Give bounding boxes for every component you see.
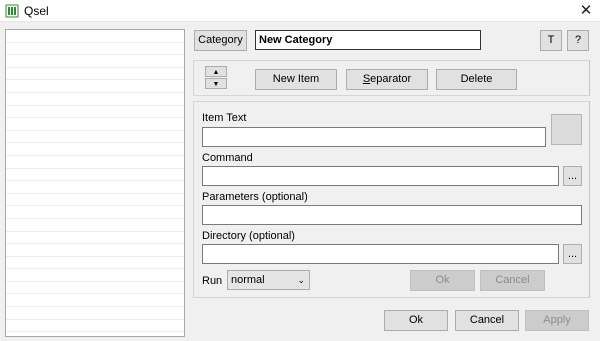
- help-button[interactable]: ?: [567, 30, 589, 51]
- delete-button[interactable]: Delete: [436, 69, 517, 90]
- list-item[interactable]: [6, 131, 184, 144]
- list-item[interactable]: [6, 206, 184, 219]
- item-list[interactable]: [5, 29, 185, 337]
- separator-label-rest: eparator: [370, 73, 412, 85]
- separator-button[interactable]: Separator: [346, 69, 428, 90]
- new-item-button[interactable]: New Item: [255, 69, 337, 90]
- list-item[interactable]: [6, 269, 184, 282]
- parameters-field[interactable]: [202, 205, 582, 225]
- list-item[interactable]: [6, 156, 184, 169]
- list-item[interactable]: [6, 118, 184, 131]
- app-icon: [5, 4, 19, 18]
- directory-label: Directory (optional): [202, 230, 295, 242]
- command-field[interactable]: [202, 166, 559, 186]
- parameters-label: Parameters (optional): [202, 191, 308, 203]
- list-item[interactable]: [6, 307, 184, 320]
- list-item[interactable]: [6, 80, 184, 93]
- list-item[interactable]: [6, 194, 184, 207]
- close-icon[interactable]: ✕: [572, 0, 600, 22]
- item-ok-button[interactable]: Ok: [410, 270, 475, 291]
- directory-field[interactable]: [202, 244, 559, 264]
- category-name-field[interactable]: New Category: [255, 30, 481, 50]
- move-down-button[interactable]: ▼: [205, 78, 227, 89]
- list-item[interactable]: [6, 294, 184, 308]
- run-mode-select[interactable]: normal ⌄: [227, 270, 310, 290]
- item-text-label: Item Text: [202, 112, 247, 124]
- icon-preview[interactable]: [551, 114, 582, 145]
- title-bar: Qsel ✕: [0, 0, 600, 22]
- list-item[interactable]: [6, 320, 184, 333]
- t-button[interactable]: T: [540, 30, 562, 51]
- list-item[interactable]: [6, 30, 184, 43]
- command-browse-button[interactable]: ...: [563, 166, 582, 186]
- list-item[interactable]: [6, 43, 184, 56]
- list-item[interactable]: [6, 244, 184, 257]
- list-item[interactable]: [6, 93, 184, 106]
- list-item[interactable]: [6, 169, 184, 182]
- list-item[interactable]: [6, 143, 184, 156]
- list-item[interactable]: [6, 232, 184, 245]
- category-button[interactable]: Category: [194, 30, 247, 51]
- item-text-field[interactable]: [202, 127, 546, 147]
- command-label: Command: [202, 152, 253, 164]
- run-mode-value: normal: [231, 274, 265, 286]
- list-item[interactable]: [6, 106, 184, 119]
- list-item[interactable]: [6, 282, 184, 295]
- run-label: Run: [202, 275, 223, 287]
- ok-button[interactable]: Ok: [384, 310, 448, 331]
- list-item[interactable]: [6, 257, 184, 270]
- window-title: Qsel: [24, 4, 49, 18]
- list-item[interactable]: [6, 219, 184, 232]
- cancel-button[interactable]: Cancel: [455, 310, 519, 331]
- item-cancel-button[interactable]: Cancel: [480, 270, 545, 291]
- list-item[interactable]: [6, 55, 184, 68]
- directory-browse-button[interactable]: ...: [563, 244, 582, 264]
- chevron-down-icon: ⌄: [297, 275, 305, 285]
- list-item[interactable]: [6, 181, 184, 194]
- list-item[interactable]: [6, 68, 184, 81]
- move-up-button[interactable]: ▲: [205, 66, 227, 77]
- apply-button[interactable]: Apply: [525, 310, 589, 331]
